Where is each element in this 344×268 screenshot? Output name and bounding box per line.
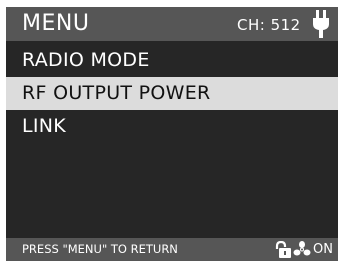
page-title: MENU <box>22 11 90 36</box>
menu-item-label: RADIO MODE <box>22 49 150 71</box>
unlock-icon <box>275 241 291 258</box>
power-status: ON <box>313 242 333 257</box>
menu-item-radio-mode[interactable]: RADIO MODE <box>6 44 338 77</box>
menu-item-rf-output-power[interactable]: RF OUTPUT POWER <box>6 77 338 110</box>
return-hint: PRESS "MENU" TO RETURN <box>22 242 178 256</box>
fan-icon <box>293 241 311 256</box>
menu-item-link[interactable]: LINK <box>6 110 338 143</box>
header-bar: MENU CH: 512 <box>6 7 338 41</box>
device-screen: MENU CH: 512 RADIO MODE RF OUTPUT POWER … <box>6 7 338 261</box>
footer-bar: PRESS "MENU" TO RETURN ON <box>6 238 338 261</box>
channel-readout: CH: 512 <box>237 16 301 34</box>
menu-item-label: LINK <box>22 115 67 137</box>
plug-icon <box>313 10 329 38</box>
menu-item-label: RF OUTPUT POWER <box>22 82 211 104</box>
menu-list: RADIO MODE RF OUTPUT POWER LINK <box>6 44 338 143</box>
